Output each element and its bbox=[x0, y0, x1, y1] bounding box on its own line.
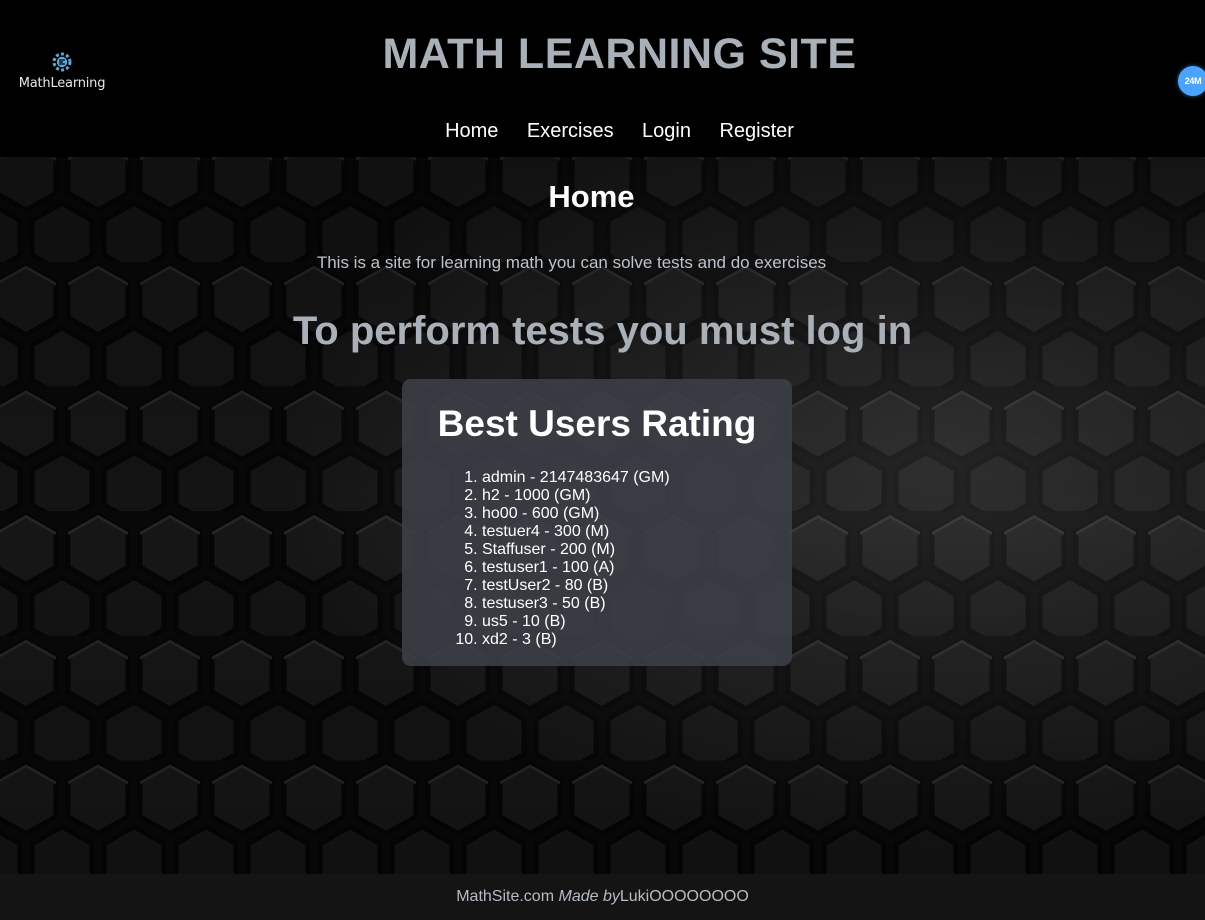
login-required-message: To perform tests you must log in bbox=[292, 309, 913, 353]
rating-item: Staffuser - 200 (M) bbox=[482, 541, 792, 559]
best-users-rating-card: Best Users Rating admin - 2147483647 (GM… bbox=[402, 379, 792, 666]
rating-title: Best Users Rating bbox=[437, 403, 757, 444]
rating-item: admin - 2147483647 (GM) bbox=[482, 469, 792, 487]
rating-item: h2 - 1000 (GM) bbox=[482, 487, 792, 505]
rating-item: xd2 - 3 (B) bbox=[482, 631, 792, 649]
footer-made-by: Made by bbox=[558, 888, 620, 905]
footer-site: MathSite.com bbox=[456, 888, 559, 905]
site-header: MathLearning MATH LEARNING SITE 24M Home… bbox=[0, 0, 1205, 157]
rating-item: us5 - 10 (B) bbox=[482, 613, 792, 631]
nav-login[interactable]: Login bbox=[642, 120, 691, 142]
nav-home[interactable]: Home bbox=[445, 120, 498, 142]
nav-register[interactable]: Register bbox=[719, 120, 793, 142]
footer-author: LukiOOOOOOOO bbox=[619, 888, 749, 905]
rating-list: admin - 2147483647 (GM) h2 - 1000 (GM) h… bbox=[482, 469, 792, 649]
extension-badge[interactable]: 24M bbox=[1178, 66, 1205, 96]
main-content: Home This is a site for learning math yo… bbox=[0, 157, 1205, 874]
site-title: MATH LEARNING SITE bbox=[382, 30, 857, 78]
rating-item: testUser2 - 80 (B) bbox=[482, 577, 792, 595]
rating-item: testuer4 - 300 (M) bbox=[482, 523, 792, 541]
nav-exercises[interactable]: Exercises bbox=[527, 120, 614, 142]
rating-item: testuser3 - 50 (B) bbox=[482, 595, 792, 613]
page-heading: Home bbox=[548, 179, 635, 214]
rating-item: ho00 - 600 (GM) bbox=[482, 505, 792, 523]
rating-item: testuser1 - 100 (A) bbox=[482, 559, 792, 577]
main-nav: Home Exercises Login Register bbox=[0, 120, 1205, 143]
site-footer: MathSite.com Made byLukiOOOOOOOO bbox=[0, 874, 1205, 920]
intro-text: This is a site for learning math you can… bbox=[316, 253, 827, 272]
